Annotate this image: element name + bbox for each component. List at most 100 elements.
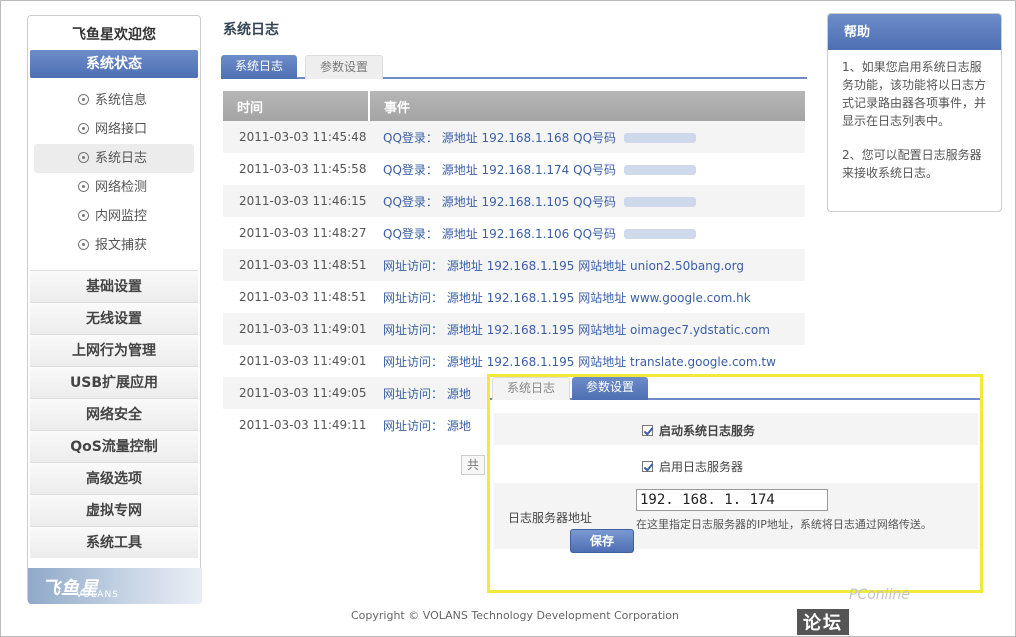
row-enable-service: 启动系统日志服务 [494, 413, 978, 445]
menu-qos[interactable]: QoS流量控制 [30, 430, 198, 462]
sidebar-item-packet-capture[interactable]: 报文捕获 [28, 231, 200, 260]
menu-wireless-settings[interactable]: 无线设置 [30, 302, 198, 334]
sidebar-item-lan-monitor[interactable]: 内网监控 [28, 202, 200, 231]
sidebar: 飞鱼星欢迎您 系统状态 系统信息 网络接口 系统日志 网络检测 内网监控 报文捕… [27, 15, 202, 604]
page-title: 系统日志 [223, 22, 279, 38]
log-time: 2011-03-03 11:49:01 [223, 313, 369, 345]
sidebar-item-label: 网络接口 [95, 122, 148, 137]
logo-subtext: VOLANS [76, 590, 119, 600]
save-button[interactable]: 保存 [570, 529, 634, 553]
system-status-submenu: 系统信息 网络接口 系统日志 网络检测 内网监控 报文捕获 [28, 78, 200, 270]
table-row: 2011-03-03 11:49:01 网址访问： 源地址 192.168.1.1… [223, 345, 805, 377]
enable-log-server-checkbox[interactable]: 启用日志服务器 [642, 458, 743, 475]
sidebar-item-label: 系统日志 [95, 151, 148, 166]
forum-watermark: PConline 论坛 [797, 587, 997, 635]
tab-system-log[interactable]: 系统日志 [221, 55, 298, 79]
enable-log-service-checkbox[interactable]: 启动系统日志服务 [642, 422, 755, 439]
help-body: 1、如果您启用系统日志服务功能，该功能将以日志方式记录路由器各项事件，并显示在日… [828, 50, 1001, 182]
log-event: 网址访问： 源地址 192.168.1.195 网站地址 www.google.… [383, 290, 751, 305]
table-row: 2011-03-03 11:48:51 网址访问： 源地址 192.168.1.1… [223, 249, 805, 281]
radio-bullet-icon [78, 239, 89, 250]
log-event-text: QQ登录： 源地址 192.168.1.174 QQ号码 [383, 162, 617, 177]
copyright-footer: Copyright © VOLANS Technology Developmen… [351, 609, 679, 622]
log-time: 2011-03-03 11:49:11 [239, 418, 367, 432]
checkbox-checked-icon [642, 461, 653, 472]
menu-behavior-management[interactable]: 上网行为管理 [30, 334, 198, 366]
log-event-text: QQ登录： 源地址 192.168.1.105 QQ号码 [383, 194, 617, 209]
log-time: 2011-03-03 11:49:05 [223, 377, 369, 409]
menu-vpn[interactable]: 虚拟专网 [30, 494, 198, 526]
help-paragraph-2: 2、您可以配置日志服务器来接收系统日志。 [842, 148, 982, 180]
radio-bullet-icon [78, 94, 89, 105]
log-time: 2011-03-03 11:49:01 [239, 354, 367, 368]
column-header-event: 事件 [369, 91, 805, 121]
log-time: 2011-03-03 11:48:51 [239, 290, 367, 304]
menu-system-status[interactable]: 系统状态 [30, 50, 198, 78]
table-row: 2011-03-03 11:45:58 QQ登录： 源地址 192.168.1.1… [223, 153, 805, 185]
redacted-value [624, 197, 697, 207]
tab-parameter-settings[interactable]: 参数设置 [572, 377, 649, 400]
watermark-site: PConline [849, 587, 910, 603]
brand-welcome: 飞鱼星欢迎您 [72, 27, 156, 43]
log-time: 2011-03-03 11:48:27 [239, 226, 367, 240]
column-header-time: 时间 [223, 91, 370, 121]
log-event-text: QQ登录： 源地址 192.168.1.168 QQ号码 [383, 130, 617, 145]
sidebar-item-label: 报文捕获 [95, 238, 148, 253]
checkbox-label: 启动系统日志服务 [659, 424, 756, 438]
log-time: 2011-03-03 11:45:58 [239, 162, 367, 176]
redacted-value [624, 229, 697, 239]
redacted-value [624, 165, 697, 175]
checkbox-checked-icon [642, 425, 653, 436]
menu-basic-settings[interactable]: 基础设置 [30, 270, 198, 302]
log-event-text: QQ登录： 源地址 192.168.1.106 QQ号码 [383, 226, 617, 241]
log-time: 2011-03-03 11:45:48 [223, 121, 369, 153]
server-address-label: 日志服务器地址 [508, 511, 593, 525]
table-row: 2011-03-03 11:45:48 QQ登录： 源地址 192.168.1.1… [223, 121, 805, 153]
tab-parameter-settings[interactable]: 参数设置 [305, 55, 384, 79]
radio-bullet-icon [78, 123, 89, 134]
menu-system-tools[interactable]: 系统工具 [30, 526, 198, 558]
sidebar-item-label: 系统信息 [95, 93, 148, 108]
server-address-hint: 在这里指定日志服务器的IP地址，系统将日志通过网络传送。 [636, 518, 932, 531]
sidebar-item-system-info[interactable]: 系统信息 [28, 86, 200, 115]
help-panel: 帮助 1、如果您启用系统日志服务功能，该功能将以日志方式记录路由器各项事件，并显… [827, 13, 1002, 212]
log-event: QQ登录： 源地址 192.168.1.168 QQ号码 [369, 121, 805, 153]
radio-bullet-icon [78, 152, 89, 163]
help-title: 帮助 [828, 14, 1001, 50]
pager[interactable]: 共 [461, 455, 486, 475]
log-event: 网址访问： 源地址 192.168.1.195 网站地址 union2.50ba… [369, 249, 805, 281]
server-ip-input[interactable] [636, 489, 828, 511]
table-row: 2011-03-03 11:48:27 QQ登录： 源地址 192.168.1.1… [223, 217, 805, 249]
volans-logo: 飞鱼星 VOLANS [28, 568, 202, 604]
callout-tabs: 系统日志 参数设置 [490, 377, 980, 400]
sidebar-item-system-log[interactable]: 系统日志 [34, 144, 194, 173]
log-event: 网址访问： 源地址 192.168.1.195 网站地址 translate.g… [383, 354, 776, 369]
table-row: 2011-03-03 11:46:15 QQ登录： 源地址 192.168.1.1… [223, 185, 805, 217]
menu-network-security[interactable]: 网络安全 [30, 398, 198, 430]
sidebar-item-label: 网络检测 [95, 180, 148, 195]
sidebar-item-network-check[interactable]: 网络检测 [28, 173, 200, 202]
menu-usb-apps[interactable]: USB扩展应用 [30, 366, 198, 398]
checkbox-label: 启用日志服务器 [659, 460, 744, 474]
table-row: 2011-03-03 11:48:51 网址访问： 源地址 192.168.1.1… [223, 281, 805, 313]
row-enable-server: 启用日志服务器 [494, 449, 978, 481]
main-tabs: 系统日志 参数设置 [221, 55, 807, 79]
router-admin-page: 飞鱼星欢迎您 系统状态 系统信息 网络接口 系统日志 网络检测 内网监控 报文捕… [0, 0, 1016, 637]
redacted-value [624, 133, 697, 143]
radio-bullet-icon [78, 210, 89, 221]
log-event: QQ登录： 源地址 192.168.1.105 QQ号码 [369, 185, 805, 217]
sidebar-item-label: 内网监控 [95, 209, 148, 224]
table-row: 2011-03-03 11:49:01 网址访问： 源地址 192.168.1.1… [223, 313, 805, 345]
log-time: 2011-03-03 11:46:15 [223, 185, 369, 217]
row-server-address: 日志服务器地址 在这里指定日志服务器的IP地址，系统将日志通过网络传送。 [494, 483, 978, 549]
parameter-settings-callout: 系统日志 参数设置 启动系统日志服务 启用日志服务器 日志服务器地址 在这里指定… [487, 374, 983, 593]
log-event: 网址访问： 源地址 192.168.1.195 网站地址 oimagec7.yd… [369, 313, 805, 345]
log-event: QQ登录： 源地址 192.168.1.106 QQ号码 [369, 217, 805, 249]
tab-system-log[interactable]: 系统日志 [492, 377, 571, 400]
sidebar-item-network-interface[interactable]: 网络接口 [28, 115, 200, 144]
watermark-text: 论坛 [797, 609, 849, 635]
menu-advanced[interactable]: 高级选项 [30, 462, 198, 494]
help-paragraph-1: 1、如果您启用系统日志服务功能，该功能将以日志方式记录路由器各项事件，并显示在日… [842, 60, 987, 128]
log-event: QQ登录： 源地址 192.168.1.174 QQ号码 [369, 153, 805, 185]
radio-bullet-icon [78, 181, 89, 192]
